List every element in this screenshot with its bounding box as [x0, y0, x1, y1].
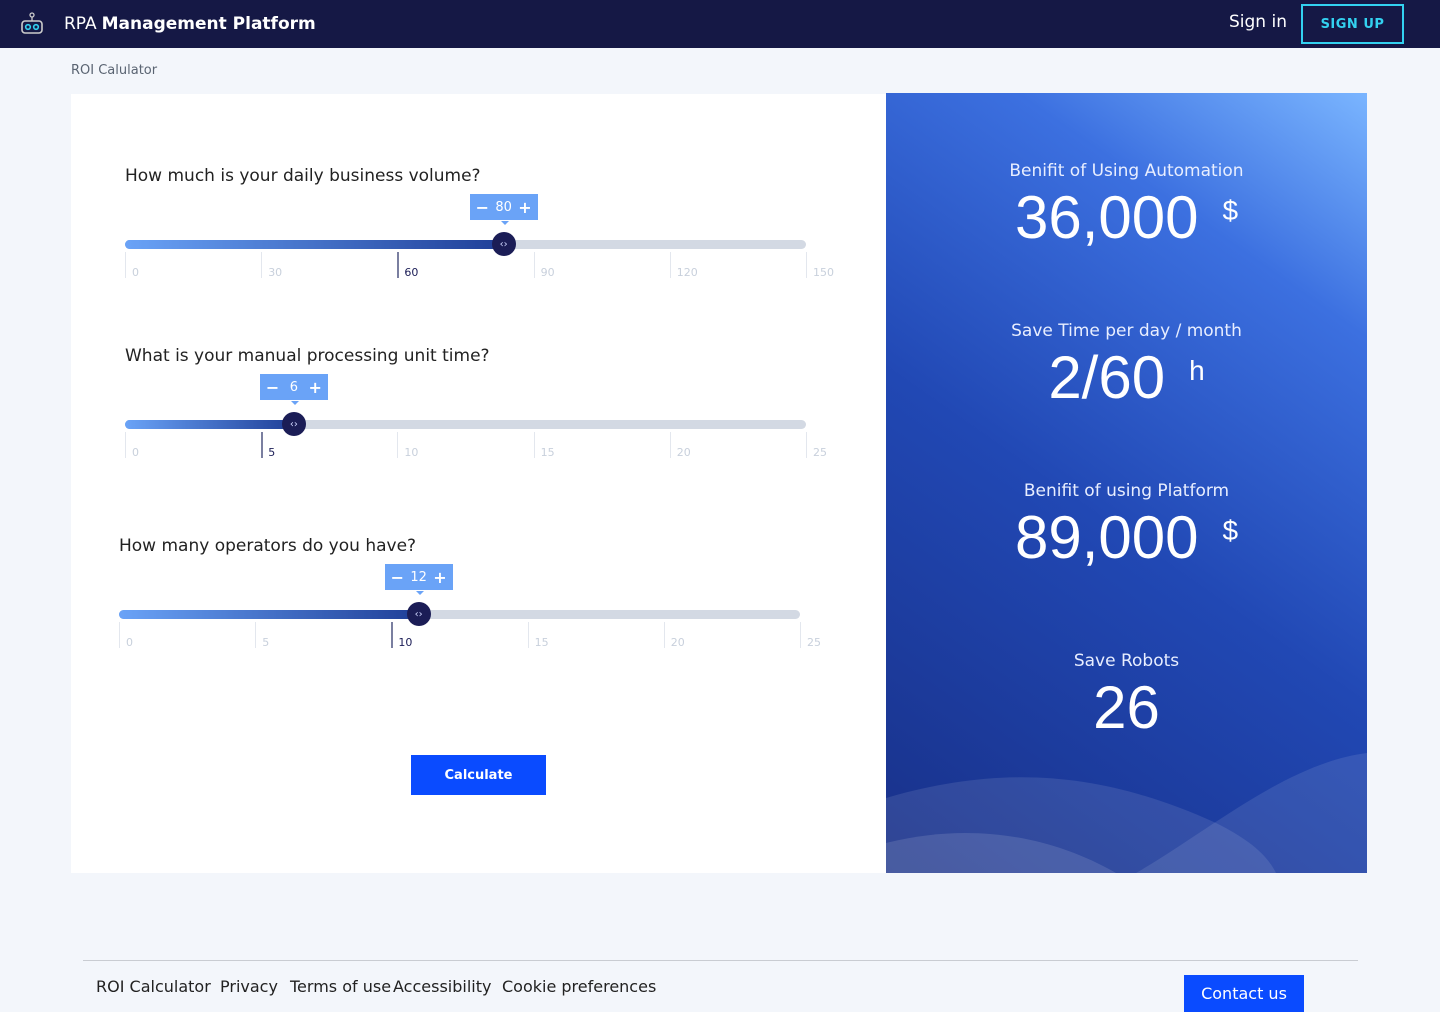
slider-tick [125, 432, 126, 458]
result-number: 89,000 [1014, 504, 1199, 571]
slider-thumb-handle[interactable]: ‹› [406, 602, 431, 626]
footer-link[interactable]: Privacy [220, 977, 278, 996]
robot-logo-icon [21, 12, 43, 34]
value-stepper: −80 + [469, 194, 538, 225]
footer-link[interactable]: Terms of use [290, 977, 391, 996]
result-value: 2/60 h [886, 345, 1367, 411]
tick-label: 10 [404, 446, 419, 459]
result-unit: $ [1222, 515, 1239, 546]
result-value: 26 [886, 675, 1367, 741]
result-stat: Save Time per day / month 2/60 h [886, 321, 1367, 411]
tick-label: 60 [404, 266, 419, 279]
footer-link[interactable]: ROI Calculator [96, 977, 211, 996]
decrement-button[interactable]: − [391, 568, 404, 587]
increment-button[interactable]: + [433, 568, 446, 587]
breadcrumb: ROI Calulator [71, 63, 158, 78]
slider-tick [806, 252, 807, 278]
slider-tick [119, 622, 120, 648]
calculate-button[interactable]: Calculate [411, 755, 546, 795]
increment-button[interactable]: + [308, 378, 321, 397]
result-stat: Benifit of Using Automation 36,000 $ [886, 161, 1367, 251]
slider-tick [397, 252, 400, 278]
result-number: 2/60 [1048, 344, 1166, 411]
tick-label: 25 [813, 446, 827, 459]
result-unit: $ [1222, 195, 1239, 226]
tick-label: 20 [670, 636, 685, 649]
slider-tick [527, 622, 529, 648]
tick-label: 10 [398, 636, 413, 649]
stepper-value: 80 [495, 199, 512, 215]
slider-question: How many operators do you have? [119, 536, 417, 556]
stepper-value: 12 [410, 569, 427, 585]
slider[interactable]: 0 30 60 90 120 150 −80 + ‹› [125, 194, 834, 300]
tick-label: 150 [813, 266, 834, 279]
wave-decoration [886, 753, 1367, 873]
value-stepper: −12 + [384, 564, 453, 595]
slider-fill [119, 610, 419, 619]
roi-calculator-form: Calculate How much is your daily busines… [71, 94, 886, 873]
result-label: Save Time per day / month [1011, 321, 1242, 341]
result-value: 89,000 $ [886, 505, 1367, 571]
slider-thumb-handle[interactable]: ‹› [491, 232, 516, 256]
tick-label: 5 [262, 636, 270, 649]
slider-fill [125, 240, 504, 249]
slider-tick [533, 432, 535, 458]
slider-tick [391, 622, 394, 648]
decrement-button[interactable]: − [266, 378, 279, 397]
stepper-value: 6 [289, 379, 299, 395]
result-stat: Benifit of using Platform 89,000 $ [886, 481, 1367, 571]
slider[interactable]: 0 5 10 15 20 25 −12 + ‹› [119, 564, 821, 670]
footer-link[interactable]: Accessibility [393, 977, 491, 996]
slider-tick [806, 432, 807, 458]
slider-tick [255, 622, 257, 648]
results-panel: Benifit of Using Automation 36,000 $ Save T… [886, 93, 1367, 873]
tick-label: 30 [268, 266, 283, 279]
result-unit: h [1189, 355, 1205, 386]
slider-question: How much is your daily business volume? [125, 166, 481, 186]
slider-question: What is your manual processing unit time… [125, 346, 490, 366]
footer-link[interactable]: Cookie preferences [502, 977, 656, 996]
slider-tick [261, 432, 264, 458]
result-number: 26 [1093, 674, 1160, 741]
slider-tick [261, 252, 263, 278]
result-label: Benifit of using Platform [1023, 481, 1230, 501]
slider-fill [125, 420, 294, 429]
result-label: Benifit of Using Automation [1009, 161, 1244, 181]
result-value: 36,000 $ [886, 185, 1367, 251]
tick-label: 0 [126, 636, 133, 649]
value-stepper: −6 + [259, 374, 328, 405]
tick-label: 5 [268, 446, 276, 459]
slider-tick [669, 252, 671, 278]
tick-label: 120 [676, 266, 698, 279]
decrement-button[interactable]: − [476, 198, 489, 217]
brand-title[interactable]: RPA Management Platform [64, 14, 316, 34]
slider-tick [397, 432, 399, 458]
result-stat: Save Robots 26 [886, 651, 1367, 741]
tick-label: 0 [132, 446, 139, 459]
top-nav: RPA Management Platform Sign in SIGN UP [0, 0, 1440, 48]
tick-label: 90 [540, 266, 555, 279]
tick-label: 25 [807, 636, 821, 649]
slider-tick [669, 432, 671, 458]
footer-divider [83, 960, 1358, 961]
contact-us-button[interactable]: Contact us [1184, 975, 1304, 1012]
slider-tick [533, 252, 535, 278]
slider-tick [663, 622, 665, 648]
slider-tick [800, 622, 801, 648]
slider[interactable]: 0 5 10 15 20 25 −6 + ‹› [125, 374, 827, 480]
result-label: Save Robots [1073, 651, 1180, 671]
increment-button[interactable]: + [518, 198, 531, 217]
result-number: 36,000 [1014, 184, 1199, 251]
tick-label: 15 [540, 446, 555, 459]
tick-label: 0 [132, 266, 139, 279]
tick-label: 20 [676, 446, 691, 459]
tick-label: 15 [534, 636, 549, 649]
sign-in-link[interactable]: Sign in [1229, 12, 1287, 32]
sign-up-button[interactable]: SIGN UP [1301, 4, 1404, 44]
slider-tick [125, 252, 126, 278]
slider-thumb-handle[interactable]: ‹› [281, 412, 306, 436]
